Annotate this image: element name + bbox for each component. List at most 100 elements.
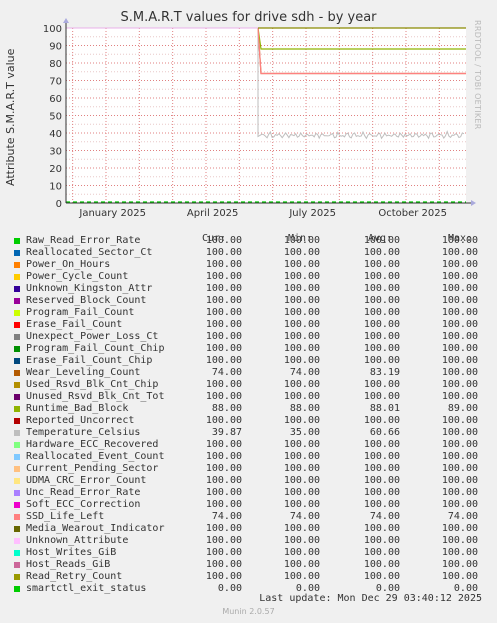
legend-value-avg: 100.00	[363, 391, 400, 402]
legend-row: Reserved_Block_Count 100.00 100.00 100.00 10…	[0, 295, 497, 307]
legend-row: Unc_Read_Error_Rate 100.00 100.00 100.00 100…	[0, 487, 497, 499]
legend-value-min: 100.00	[283, 271, 320, 282]
legend-value-min: 100.00	[283, 343, 320, 354]
legend-swatch	[14, 406, 20, 412]
legend-value-avg: 88.01	[369, 403, 400, 414]
legend-value-cur: 100.00	[205, 439, 242, 450]
legend-value-min: 100.00	[283, 319, 320, 330]
legend-row: Program_Fail_Count_Chip 100.00 100.00 100.0…	[0, 343, 497, 355]
legend-series-name: Wear_Leveling_Count	[26, 367, 141, 378]
y-tick-label: 20	[49, 164, 62, 175]
legend-value-min: 74.00	[289, 511, 320, 522]
legend-swatch	[14, 490, 20, 496]
legend-value-avg: 100.00	[363, 559, 400, 570]
legend-swatch	[14, 478, 20, 484]
legend-swatch	[14, 454, 20, 460]
legend-value-avg: 100.00	[363, 295, 400, 306]
y-tick-label: 90	[49, 42, 62, 53]
y-tick-label: 70	[49, 77, 62, 88]
legend-row: Current_Pending_Sector 100.00 100.00 100.00…	[0, 463, 497, 475]
legend-value-min: 100.00	[283, 463, 320, 474]
legend-value-max: 100.00	[441, 535, 478, 546]
legend-value-cur: 100.00	[205, 355, 242, 366]
legend-value-avg: 100.00	[363, 343, 400, 354]
legend-value-min: 74.00	[289, 367, 320, 378]
legend-value-max: 100.00	[441, 319, 478, 330]
legend-value-max: 100.00	[441, 379, 478, 390]
legend-value-min: 88.00	[289, 403, 320, 414]
legend-series-name: Unknown_Kingston_Attr	[26, 283, 153, 294]
legend-series-name: Unused_Rsvd_Blk_Cnt_Tot	[26, 391, 165, 402]
munin-version: Munin 2.0.57	[222, 607, 275, 616]
legend-value-cur: 100.00	[205, 295, 242, 306]
legend-value-avg: 100.00	[363, 451, 400, 462]
legend-value-max: 100.00	[441, 547, 478, 558]
legend-value-max: 100.00	[441, 295, 478, 306]
legend-value-max: 100.00	[441, 487, 478, 498]
legend-swatch	[14, 574, 20, 580]
legend-series-name: Hardware_ECC_Recovered	[26, 439, 159, 450]
legend-value-cur: 88.00	[211, 403, 242, 414]
legend-series-name: Unknown_Attribute	[26, 535, 129, 546]
last-update: Last update: Mon Dec 29 03:40:12 2025	[259, 593, 482, 604]
legend-value-cur: 100.00	[205, 331, 242, 342]
legend-series-name: Reported_Uncorrect	[26, 415, 135, 426]
legend-value-min: 100.00	[283, 535, 320, 546]
legend-row: Reallocated_Sector_Ct 100.00 100.00 100.00 1…	[0, 247, 497, 259]
legend-series-name: Host_Reads_GiB	[26, 559, 111, 570]
legend-swatch	[14, 322, 20, 328]
legend-value-max: 100.00	[441, 415, 478, 426]
legend-value-cur: 100.00	[205, 523, 242, 534]
legend-value-avg: 100.00	[363, 307, 400, 318]
legend-value-max: 100.00	[441, 271, 478, 282]
legend-row: Unknown_Attribute 100.00 100.00 100.00 100.0…	[0, 535, 497, 547]
legend-row: Reallocated_Event_Count 100.00 100.00 100.0…	[0, 451, 497, 463]
legend-series-name: SSD_Life_Left	[26, 511, 105, 522]
legend-swatch	[14, 466, 20, 472]
legend-value-avg: 100.00	[363, 247, 400, 258]
legend-swatch	[14, 334, 20, 340]
legend-value-min: 100.00	[283, 451, 320, 462]
x-tick-label: April 2025	[187, 208, 238, 219]
legend-value-avg: 100.00	[363, 475, 400, 486]
legend-value-avg: 100.00	[363, 415, 400, 426]
legend-series-name: Soft_ECC_Correction	[26, 499, 141, 510]
legend-row: Hardware_ECC_Recovered 100.00 100.00 100.00…	[0, 439, 497, 451]
legend-row: Runtime_Bad_Block 88.00 88.00 88.01 89.00	[0, 403, 497, 415]
legend-swatch	[14, 382, 20, 388]
y-tick-label: 80	[49, 59, 62, 70]
legend-swatch	[14, 346, 20, 352]
legend-row: Used_Rsvd_Blk_Cnt_Chip 100.00 100.00 100.00…	[0, 379, 497, 391]
legend-value-min: 100.00	[283, 355, 320, 366]
y-tick-label: 40	[49, 129, 62, 140]
legend-value-max: 74.00	[447, 511, 478, 522]
legend-value-min: 100.00	[283, 523, 320, 534]
legend-value-cur: 100.00	[205, 247, 242, 258]
legend-series-name: Power_On_Hours	[26, 259, 111, 270]
legend-value-min: 100.00	[283, 487, 320, 498]
legend-value-max: 100.00	[441, 463, 478, 474]
x-tick-label: October 2025	[378, 208, 447, 219]
legend-value-cur: 100.00	[205, 391, 242, 402]
legend-row: UDMA_CRC_Error_Count 100.00 100.00 100.00 10…	[0, 475, 497, 487]
legend-row: Wear_Leveling_Count 74.00 74.00 83.19 100.00	[0, 367, 497, 379]
legend-value-max: 100.00	[441, 391, 478, 402]
legend-series-name: Runtime_Bad_Block	[26, 403, 129, 414]
legend-value-cur: 100.00	[205, 487, 242, 498]
legend-swatch	[14, 310, 20, 316]
legend-value-cur: 100.00	[205, 415, 242, 426]
legend-swatch	[14, 430, 20, 436]
legend-series-name: Used_Rsvd_Blk_Cnt_Chip	[26, 379, 159, 390]
legend-value-cur: 100.00	[205, 379, 242, 390]
legend-swatch	[14, 298, 20, 304]
legend-value-cur: 100.00	[205, 547, 242, 558]
legend-value-cur: 74.00	[211, 367, 242, 378]
legend-value-cur: 100.00	[205, 307, 242, 318]
legend-value-avg: 83.19	[369, 367, 400, 378]
legend-value-avg: 100.00	[363, 439, 400, 450]
legend-row: Unexpect_Power_Loss_Ct 100.00 100.00 100.00…	[0, 331, 497, 343]
legend-value-max: 89.00	[447, 403, 478, 414]
legend-value-max: 100.00	[441, 475, 478, 486]
legend-value-avg: 100.00	[363, 463, 400, 474]
legend-row: Read_Retry_Count 100.00 100.00 100.00 100.00	[0, 571, 497, 583]
